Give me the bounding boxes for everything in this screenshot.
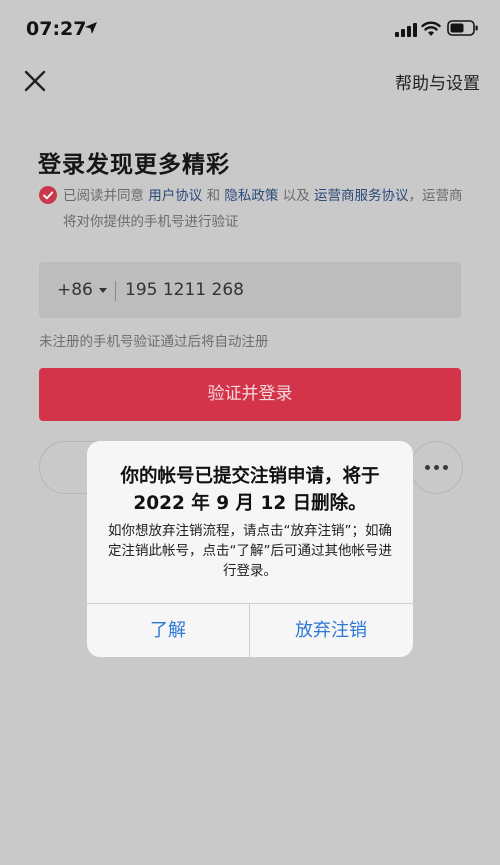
cellular-signal-icon [395, 23, 417, 37]
agreement-and: 和 [202, 188, 225, 204]
auto-register-hint: 未注册的手机号验证通过后将自动注册 [39, 334, 269, 350]
cancel-deactivation-button[interactable]: 放弃注销 [250, 604, 412, 657]
phone-number-field[interactable]: 195 1211 268 [125, 280, 244, 300]
close-icon[interactable] [22, 68, 48, 94]
input-divider [115, 281, 116, 301]
more-dot-icon [425, 465, 430, 470]
more-dot-icon [443, 465, 448, 470]
agreement-checkbox[interactable] [39, 186, 57, 204]
more-dot-icon [434, 465, 439, 470]
chevron-down-icon [99, 288, 107, 293]
help-settings-link[interactable]: 帮助与设置 [395, 69, 480, 94]
phone-input-box[interactable]: +86 195 1211 268 [39, 262, 461, 318]
checkmark-icon [43, 191, 54, 200]
dialog-message: 如你想放弃注销流程，请点击“放弃注销”；如确定注销此帐号，点击“了解”后可通过其… [108, 523, 392, 579]
agreement-prefix: 已阅读并同意 [63, 188, 149, 204]
page-title: 登录发现更多精彩 [38, 152, 230, 178]
verify-login-button[interactable]: 验证并登录 [39, 368, 461, 421]
privacy-policy-link[interactable]: 隐私政策 [224, 188, 278, 204]
status-time: 07:27 [26, 18, 87, 40]
status-bar: 07:27 [0, 0, 500, 60]
country-code-selector[interactable]: +86 [57, 280, 93, 300]
understand-button[interactable]: 了解 [87, 604, 249, 657]
deactivation-alert-dialog: 你的帐号已提交注销申请，将于 2022 年 9 月 12 日删除。 如你想放弃注… [87, 441, 413, 657]
agreement-and2: 以及 [278, 188, 314, 204]
more-options-button[interactable] [410, 441, 463, 494]
battery-icon [447, 20, 478, 36]
user-agreement-link[interactable]: 用户协议 [148, 188, 202, 204]
dialog-title: 你的帐号已提交注销申请，将于 2022 年 9 月 12 日删除。 [120, 466, 380, 514]
agreement-text: 已阅读并同意 用户协议 和 隐私政策 以及 运营商服务协议，运营商将对你提供的手… [63, 183, 473, 235]
carrier-agreement-link[interactable]: 运营商服务协议 [314, 188, 409, 204]
wifi-icon [421, 21, 441, 36]
location-arrow-icon [85, 22, 97, 34]
